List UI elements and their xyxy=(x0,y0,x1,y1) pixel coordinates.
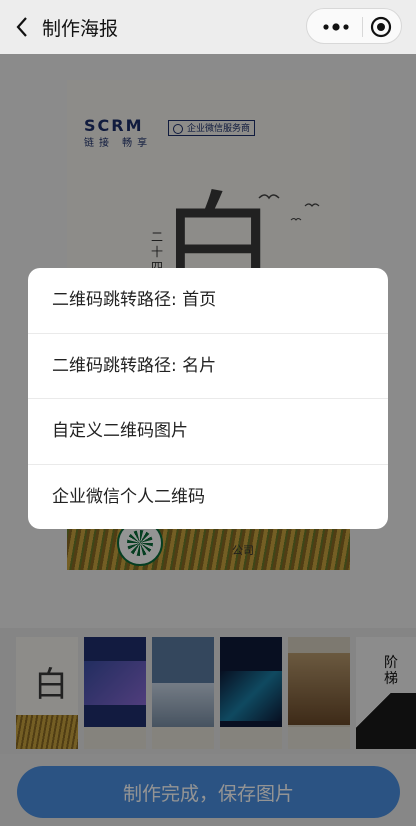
option-custom-qr-image[interactable]: 自定义二维码图片 xyxy=(28,398,388,463)
mini-program-capsule xyxy=(306,8,402,44)
option-wecom-personal-qr[interactable]: 企业微信个人二维码 xyxy=(28,464,388,529)
nav-bar: 制作海报 xyxy=(0,0,416,54)
option-home-path[interactable]: 二维码跳转路径: 首页 xyxy=(28,268,388,333)
option-card-path[interactable]: 二维码跳转路径: 名片 xyxy=(28,333,388,398)
capsule-divider xyxy=(362,17,363,37)
chevron-left-icon[interactable] xyxy=(12,14,34,40)
qr-path-action-sheet: 二维码跳转路径: 首页 二维码跳转路径: 名片 自定义二维码图片 企业微信个人二… xyxy=(28,268,388,529)
target-close-icon[interactable] xyxy=(369,15,393,39)
more-dots-icon[interactable] xyxy=(317,16,355,38)
page-title: 制作海报 xyxy=(42,18,119,40)
